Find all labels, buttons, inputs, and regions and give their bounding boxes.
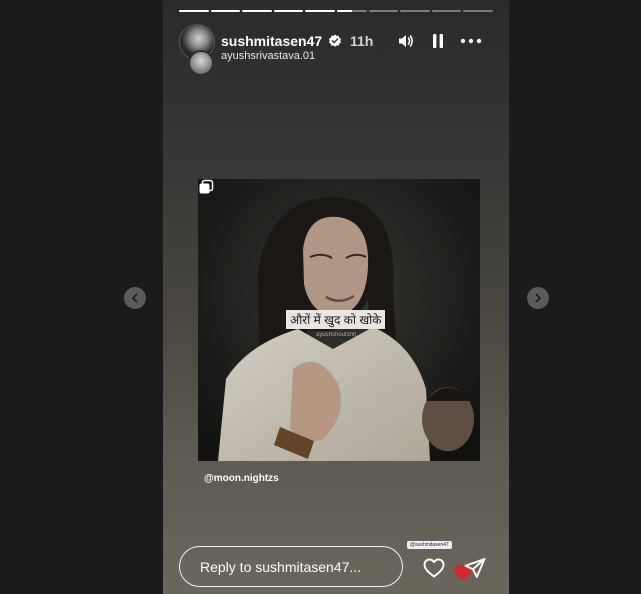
story-header: sushmitasen47 11h ayushsrivastava.01 bbox=[179, 24, 493, 76]
progress-segment bbox=[273, 10, 304, 12]
progress-segment-fill bbox=[336, 10, 352, 12]
reply-placeholder: Reply to sushmitasen47... bbox=[200, 558, 362, 575]
video-caption: औरों में खुद को खोके bbox=[286, 310, 386, 329]
more-options-button[interactable] bbox=[460, 30, 482, 52]
pause-button[interactable] bbox=[427, 30, 449, 52]
reposted-from-username[interactable]: ayushsrivastava.01 bbox=[221, 50, 315, 62]
progress-segment-fill bbox=[242, 10, 272, 12]
story-progress-bar bbox=[179, 10, 493, 13]
mention-sticker[interactable]: @moon.nightzs bbox=[204, 473, 279, 484]
previous-story-button[interactable] bbox=[124, 287, 146, 309]
reaction-sticker-tag: @sushmitasen47 bbox=[407, 541, 452, 549]
progress-segment-fill bbox=[305, 10, 335, 12]
video-watermark: ayushshoutshh_ bbox=[316, 332, 360, 338]
chevron-right-icon bbox=[535, 293, 541, 303]
chevron-left-icon bbox=[132, 293, 138, 303]
progress-segment bbox=[179, 10, 209, 12]
carousel-icon bbox=[199, 179, 214, 194]
pause-icon bbox=[433, 34, 443, 48]
verified-badge-icon bbox=[329, 34, 341, 47]
mute-button[interactable] bbox=[395, 30, 417, 52]
story-video[interactable]: औरों में खुद को खोके ayushshoutshh_ bbox=[198, 179, 480, 461]
progress-segment bbox=[368, 10, 399, 12]
progress-segment bbox=[305, 10, 335, 12]
story-card[interactable]: sushmitasen47 11h ayushsrivastava.01 औरो… bbox=[163, 0, 509, 594]
progress-segment bbox=[400, 10, 430, 12]
progress-segment bbox=[463, 10, 493, 12]
send-icon[interactable] bbox=[463, 556, 487, 580]
progress-segment-fill bbox=[273, 10, 304, 12]
speaker-icon bbox=[399, 35, 413, 47]
reply-input[interactable]: Reply to sushmitasen47... bbox=[179, 546, 403, 587]
more-horizontal-icon bbox=[460, 38, 482, 44]
next-story-button[interactable] bbox=[527, 287, 549, 309]
progress-segment bbox=[242, 10, 272, 12]
progress-segment-fill bbox=[210, 10, 241, 12]
reposted-avatar[interactable] bbox=[188, 50, 214, 76]
heart-outline-icon[interactable] bbox=[422, 556, 446, 580]
story-timestamp: 11h bbox=[350, 33, 374, 49]
progress-segment bbox=[210, 10, 241, 12]
username[interactable]: sushmitasen47 bbox=[221, 33, 322, 49]
progress-segment bbox=[431, 10, 462, 12]
progress-segment bbox=[336, 10, 367, 12]
story-viewer: sushmitasen47 11h ayushsrivastava.01 औरो… bbox=[0, 0, 641, 594]
progress-segment-fill bbox=[179, 10, 209, 12]
